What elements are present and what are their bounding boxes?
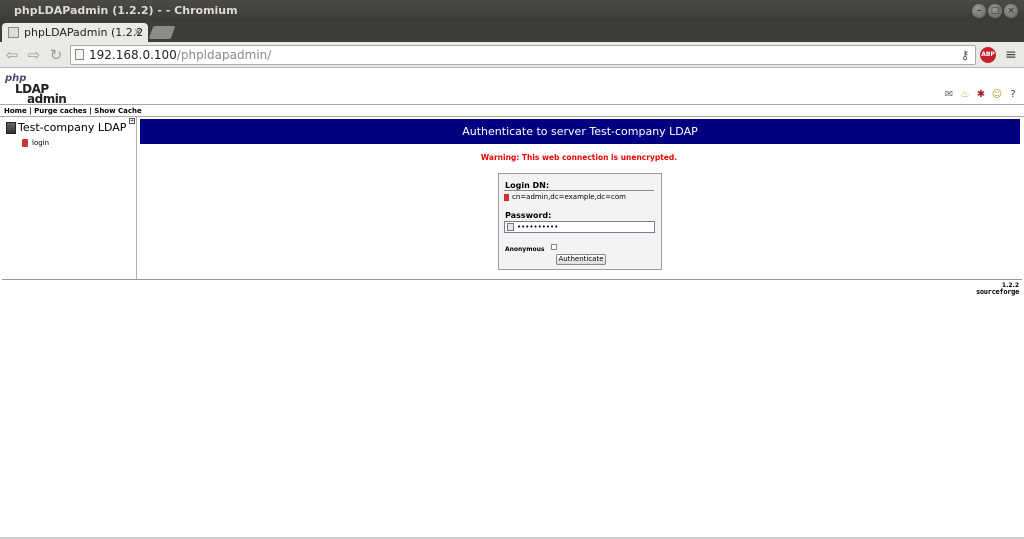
user-icon xyxy=(504,193,509,201)
login-label: login xyxy=(32,139,50,147)
browser-toolbar: ⇦ ⇨ ↻ 192.168.0.100/phpldapadmin/ ⚷ ABP … xyxy=(0,42,1024,68)
smiley-icon[interactable]: ☺ xyxy=(991,89,1003,101)
comment-icon[interactable]: ✉ xyxy=(943,89,955,101)
key-field-icon xyxy=(507,223,514,231)
close-window-icon[interactable]: × xyxy=(1004,4,1018,18)
top-nav: Home | Purge caches | Show Cache xyxy=(4,107,142,115)
server-icon xyxy=(6,122,16,134)
header-icons: ✉ ♨ ✱ ☺ ? xyxy=(943,89,1019,101)
menu-icon[interactable]: ≡ xyxy=(1005,47,1017,63)
warning-message: Warning: This web connection is unencryp… xyxy=(480,153,678,162)
anonymous-label: Anonymous xyxy=(505,246,545,253)
footer-divider xyxy=(2,279,1022,280)
lightbulb-icon[interactable]: ♨ xyxy=(959,89,971,101)
footer: 1.2.2 sourceforge xyxy=(976,282,1019,296)
nav-show-cache-link[interactable]: Show Cache xyxy=(94,107,141,115)
phpldapadmin-logo[interactable]: php LDAP admin xyxy=(5,74,67,106)
sidebar-login-link[interactable]: login xyxy=(22,139,49,147)
back-icon[interactable]: ⇦ xyxy=(3,46,21,64)
window-controls: – □ × xyxy=(972,4,1018,18)
minimize-icon[interactable]: – xyxy=(972,4,986,18)
server-item[interactable]: Test-company LDAP xyxy=(6,121,126,134)
page-content: php LDAP admin ✉ ♨ ✱ ☺ ? Home | Purge ca… xyxy=(0,69,1024,539)
login-dn-label: Login DN: xyxy=(505,181,550,190)
main-panel: Authenticate to server Test-company LDAP… xyxy=(138,117,1024,280)
header-divider xyxy=(0,104,1024,105)
authenticate-button[interactable]: Authenticate xyxy=(556,254,606,265)
password-value: •••••••••• xyxy=(517,223,559,231)
browser-tab[interactable]: phpLDAPadmin (1.2.2 × xyxy=(2,23,148,42)
tab-close-icon[interactable]: × xyxy=(134,23,142,42)
bug-icon[interactable]: ✱ xyxy=(975,89,987,101)
tab-strip: phpLDAPadmin (1.2.2 × xyxy=(0,22,1024,42)
help-icon[interactable]: ? xyxy=(1007,89,1019,101)
adblock-icon[interactable]: ABP xyxy=(980,47,996,63)
page-icon xyxy=(75,49,84,60)
forward-icon[interactable]: ⇨ xyxy=(25,46,43,64)
nav-home-link[interactable]: Home xyxy=(4,107,27,115)
window-titlebar: phpLDAPadmin (1.2.2) - - Chromium – □ × xyxy=(0,0,1024,22)
login-form: Login DN: cn=admin,dc=example,dc=com Pas… xyxy=(498,173,662,270)
server-name: Test-company LDAP xyxy=(18,121,127,134)
sourceforge-logo[interactable]: sourceforge xyxy=(976,289,1019,296)
password-input[interactable]: •••••••••• xyxy=(504,221,655,233)
server-tree-sidebar: + Test-company LDAP login xyxy=(0,117,137,280)
tab-title: phpLDAPadmin (1.2.2 xyxy=(24,26,144,39)
window-title: phpLDAPadmin (1.2.2) - - Chromium xyxy=(14,4,238,17)
url-path: /phpldapadmin/ xyxy=(176,48,272,62)
maximize-icon[interactable]: □ xyxy=(988,4,1002,18)
url-host: 192.168.0.100 xyxy=(89,48,177,62)
login-dn-value: cn=admin,dc=example,dc=com xyxy=(512,193,626,201)
page-title: Authenticate to server Test-company LDAP xyxy=(140,119,1020,144)
sidebar-collapse-icon[interactable]: + xyxy=(129,118,135,124)
new-tab-button[interactable] xyxy=(148,26,176,39)
login-dn-field[interactable]: cn=admin,dc=example,dc=com xyxy=(504,190,654,201)
login-icon xyxy=(22,139,28,147)
reload-icon[interactable]: ↻ xyxy=(47,46,65,64)
nav-purge-caches-link[interactable]: Purge caches xyxy=(34,107,87,115)
anonymous-checkbox[interactable] xyxy=(551,244,557,250)
key-icon[interactable]: ⚷ xyxy=(958,47,972,63)
favicon-icon xyxy=(8,27,19,38)
address-bar[interactable]: 192.168.0.100/phpldapadmin/ xyxy=(70,45,976,65)
logo-admin: admin xyxy=(27,92,67,106)
password-label: Password: xyxy=(505,211,552,220)
